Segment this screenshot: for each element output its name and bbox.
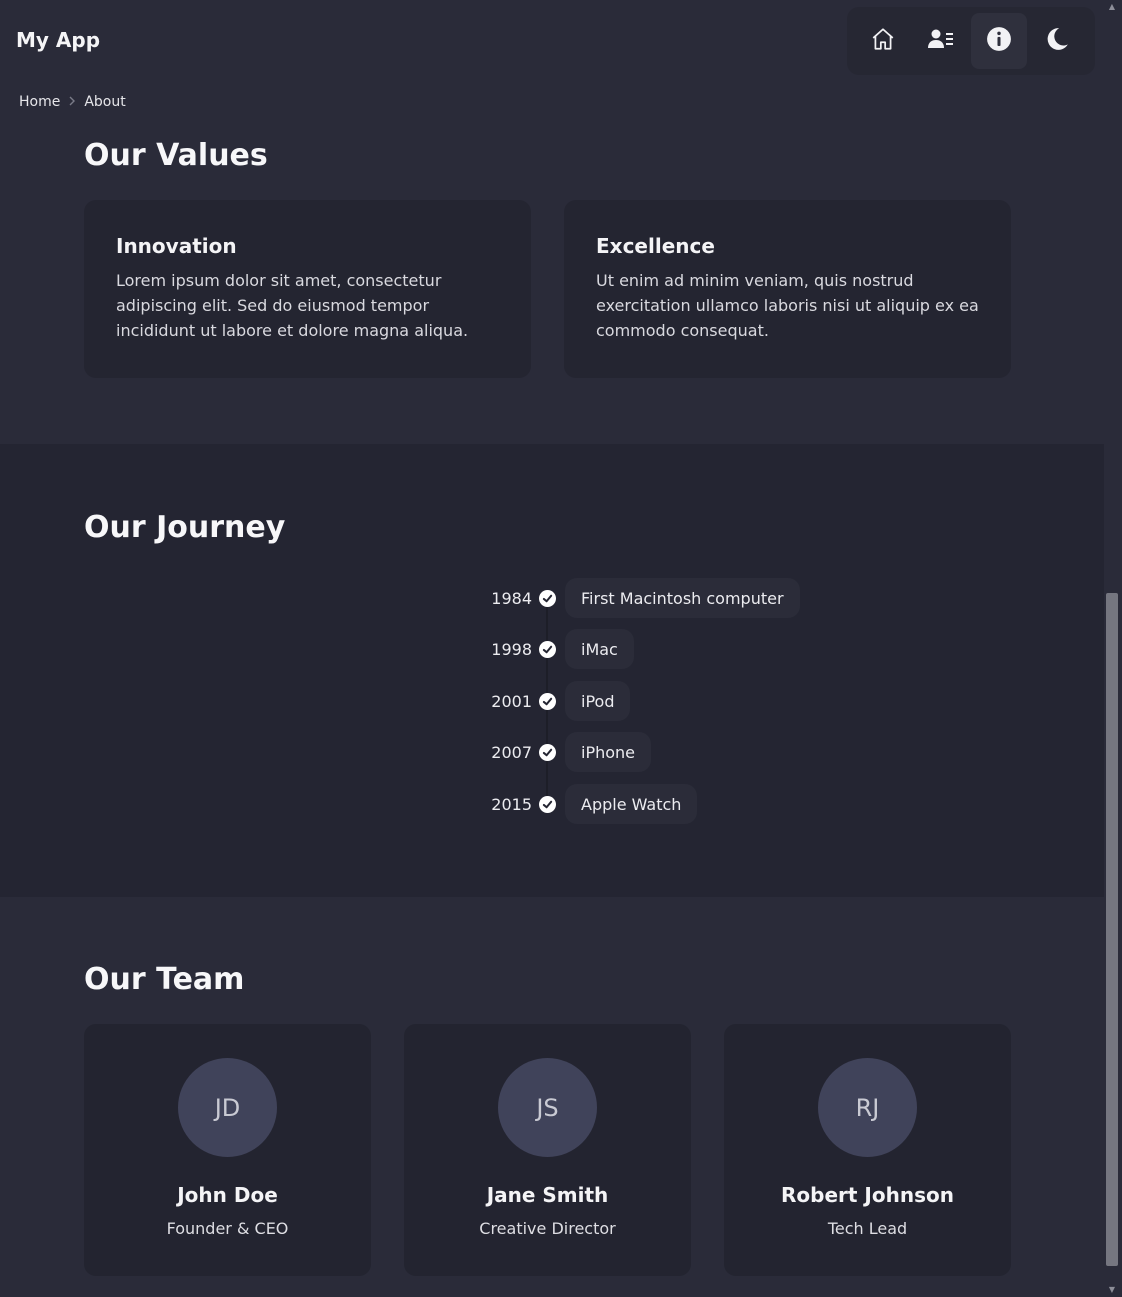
moon-icon [1044, 26, 1070, 56]
check-circle-icon [539, 589, 556, 607]
journey-heading: Our Journey [84, 510, 286, 545]
users-icon [927, 26, 955, 56]
top-nav [847, 7, 1095, 75]
team-card-robert-johnson: RJ Robert Johnson Tech Lead [724, 1024, 1011, 1276]
check-circle-icon [539, 692, 556, 710]
app-title[interactable]: My App [16, 28, 100, 52]
home-icon [870, 26, 896, 56]
member-role: Creative Director [479, 1219, 616, 1238]
nav-about-button[interactable] [971, 13, 1027, 69]
timeline-item: 2007 iPhone [470, 732, 830, 772]
avatar: JS [498, 1058, 597, 1157]
breadcrumb-home-link[interactable]: Home [19, 94, 60, 110]
scroll-down-arrow-icon[interactable]: ▼ [1107, 1285, 1117, 1295]
value-card-excellence: Excellence Ut enim ad minim veniam, quis… [564, 200, 1011, 378]
timeline-year: 1998 [491, 639, 532, 659]
breadcrumb-current: About [84, 94, 126, 110]
member-name: Robert Johnson [781, 1183, 954, 1207]
timeline-event: Apple Watch [565, 784, 698, 824]
timeline-event: iMac [565, 629, 634, 669]
team-heading: Our Team [84, 962, 245, 997]
app-header: My App [0, 0, 1104, 84]
timeline-year: 2015 [491, 794, 532, 814]
breadcrumb: Home About [19, 94, 126, 110]
value-card-title: Innovation [116, 234, 237, 258]
member-name: Jane Smith [486, 1183, 609, 1207]
timeline-event: iPhone [565, 732, 652, 772]
value-card-title: Excellence [596, 234, 715, 258]
timeline-event: iPod [565, 681, 631, 721]
team-card-john-doe: JD John Doe Founder & CEO [84, 1024, 371, 1276]
member-role: Founder & CEO [166, 1219, 289, 1238]
chevron-right-icon [68, 95, 76, 109]
nav-home-button[interactable] [855, 13, 911, 69]
team-card-jane-smith: JS Jane Smith Creative Director [404, 1024, 691, 1276]
check-circle-icon [539, 795, 556, 813]
theme-toggle-button[interactable] [1029, 13, 1085, 69]
avatar: JD [178, 1058, 277, 1157]
check-circle-icon [539, 743, 556, 761]
scroll-up-arrow-icon[interactable]: ▲ [1107, 2, 1117, 12]
value-card-text: Ut enim ad minim veniam, quis nostrud ex… [596, 271, 979, 340]
scrollbar-thumb[interactable] [1106, 593, 1118, 1266]
timeline-year: 1984 [491, 588, 532, 608]
timeline-item: 2015 Apple Watch [470, 784, 830, 824]
avatar: RJ [818, 1058, 917, 1157]
timeline-year: 2007 [491, 742, 532, 762]
timeline-event: First Macintosh computer [565, 578, 800, 618]
info-icon [986, 26, 1012, 56]
check-circle-icon [539, 640, 556, 658]
timeline-item: 1984 First Macintosh computer [470, 578, 830, 618]
timeline-item: 2001 iPod [470, 681, 830, 721]
member-role: Tech Lead [827, 1219, 908, 1238]
value-card-text: Lorem ipsum dolor sit amet, consectetur … [116, 271, 469, 340]
value-card-innovation: Innovation Lorem ipsum dolor sit amet, c… [84, 200, 531, 378]
values-heading: Our Values [84, 138, 268, 173]
nav-team-button[interactable] [913, 13, 969, 69]
timeline-year: 2001 [491, 691, 532, 711]
timeline-item: 1998 iMac [470, 629, 830, 669]
member-name: John Doe [177, 1183, 278, 1207]
